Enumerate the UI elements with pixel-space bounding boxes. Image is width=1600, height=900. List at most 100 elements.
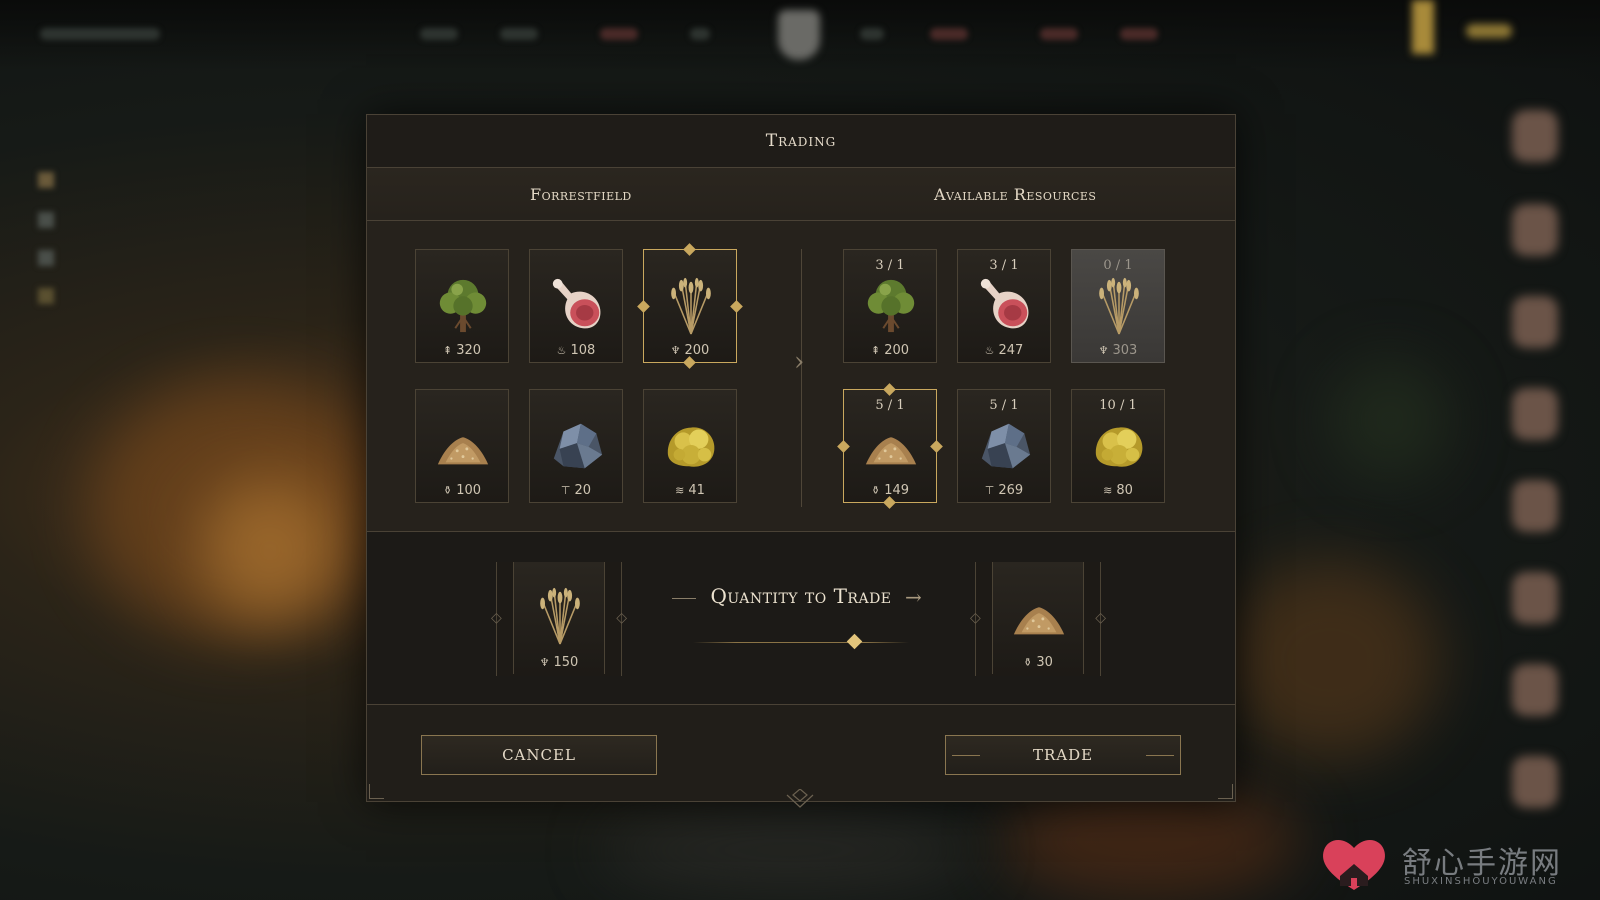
trade-ratio: 10 / 1 [1099, 398, 1137, 413]
slider-handle[interactable] [846, 633, 863, 650]
sack-icon: ⚱ [1023, 656, 1033, 669]
quantity-section: ◇ ♆ 150 ◇ Quantity to Trade → ◇ ⚱ 30 ◇ [367, 532, 1235, 705]
trade-button-label: TRADE [1032, 746, 1094, 764]
resource-count: 20 [574, 483, 592, 498]
selection-marker [730, 300, 743, 313]
selection-marker [837, 440, 850, 453]
meat-icon [976, 274, 1034, 336]
resource-tile-meat[interactable]: 3 / 1 ♨ 247 [957, 249, 1051, 363]
drumstick-icon: ♨ [984, 344, 995, 357]
selection-marker [637, 300, 650, 313]
selection-marker [683, 356, 696, 369]
button-ornament [952, 755, 980, 756]
gold-indicator [1412, 0, 1434, 54]
resource-tile-meat[interactable]: ♨ 108 [529, 249, 623, 363]
resource-count: 108 [570, 343, 596, 358]
frame-corner [1218, 784, 1233, 799]
crest-icon [778, 10, 820, 60]
anvil-icon: ⊤ [560, 484, 571, 497]
receive-resource-slot: ◇ ⚱ 30 ◇ [970, 562, 1106, 676]
quantity-slider[interactable] [693, 642, 909, 643]
resource-tile-wood[interactable]: ⇞ 320 [415, 249, 509, 363]
resource-count: 80 [1116, 483, 1133, 498]
resource-count: 200 [884, 343, 910, 358]
trade-ratio: 5 / 1 [875, 398, 905, 413]
give-resource-slot: ◇ ♆ 150 ◇ [491, 562, 627, 676]
sack-icon: ⚱ [870, 484, 881, 497]
resource-count: 100 [456, 483, 482, 498]
selection-marker [683, 243, 696, 256]
frame-corner [369, 784, 384, 799]
watermark-subtext: SHUXINSHOUYOUWANG [1404, 876, 1558, 887]
ingot-icon: ≋ [675, 484, 685, 497]
tree-icon [862, 274, 920, 336]
settlement-header: Forrestfield [530, 185, 632, 204]
pine-icon: ⇞ [442, 344, 453, 357]
ornament-left-icon: ◇ [970, 610, 981, 626]
resource-tile-wheat[interactable]: ♆ 200 [637, 243, 743, 369]
resource-tile-flour[interactable]: 5 / 1 ⚱ 149 [837, 383, 943, 509]
resource-count: 41 [688, 483, 705, 498]
available-resources-header: Available Resources [934, 185, 1097, 204]
drumstick-icon: ♨ [556, 344, 567, 357]
meat-icon [548, 274, 606, 336]
trade-ratio: 3 / 1 [875, 258, 905, 273]
iron-ore-icon [548, 414, 606, 476]
flour-pile-icon [862, 414, 920, 476]
resource-tile-wheat[interactable]: 0 / 1 ♆ 303 [1071, 249, 1165, 363]
arrow-right-icon: → [905, 585, 922, 609]
resource-count: 247 [998, 343, 1024, 358]
quantity-label: Quantity to Trade [710, 584, 892, 608]
dialog-title: Trading [765, 131, 837, 151]
selection-marker [930, 440, 943, 453]
ornament-right-icon: ◇ [1095, 610, 1106, 626]
anvil-icon: ⊤ [984, 484, 995, 497]
wheat-icon [662, 274, 720, 336]
resource-tile-gold[interactable]: 10 / 1 ≋ 80 [1071, 389, 1165, 503]
resource-count: 320 [456, 343, 482, 358]
trade-ratio: 5 / 1 [989, 398, 1019, 413]
grid-divider [801, 249, 802, 507]
pine-icon: ⇞ [870, 344, 881, 357]
top-resource-bar [0, 0, 1600, 70]
column-headers: Forrestfield Available Resources [367, 168, 1235, 221]
gold-counter [1466, 24, 1512, 38]
resource-tile-iron[interactable]: 5 / 1 ⊤ 269 [957, 389, 1051, 503]
ornament-right-icon: ◇ [616, 610, 627, 626]
tree-icon [434, 274, 492, 336]
resource-tile-gold[interactable]: ≋ 41 [643, 389, 737, 503]
iron-ore-icon [976, 414, 1034, 476]
gold-nugget-icon [662, 414, 720, 476]
bottom-ornament-icon [786, 789, 814, 808]
trade-ratio: 3 / 1 [989, 258, 1019, 273]
grain-icon: ♆ [670, 344, 681, 357]
grain-icon: ♆ [539, 656, 550, 669]
grain-icon: ♆ [1098, 344, 1109, 357]
button-ornament [1146, 755, 1174, 756]
chevron-right-icon: › [794, 347, 805, 377]
resource-tile-wood[interactable]: 3 / 1 ⇞ 200 [843, 249, 937, 363]
trading-dialog: Trading Forrestfield Available Resources… [366, 114, 1236, 808]
cancel-button[interactable]: CANCEL [421, 735, 657, 775]
resource-count: 269 [998, 483, 1024, 498]
flour-pile-icon [434, 414, 492, 476]
resource-grid-area: ⇞ 320 ♨ 108 ♆ 200 ⚱ 100 ⊤ 20 ≋ 41 › 3 / 1 ⇞ 200 3 / 1 ♨… [367, 221, 1235, 532]
flour-pile-icon [1010, 584, 1068, 646]
receive-quantity: 30 [1036, 655, 1053, 670]
trade-button[interactable]: TRADE [945, 735, 1181, 775]
trade-ratio: 0 / 1 [1103, 258, 1133, 273]
gold-nugget-icon [1090, 414, 1148, 476]
resource-tile-iron[interactable]: ⊤ 20 [529, 389, 623, 503]
resource-tile-flour[interactable]: ⚱ 100 [415, 389, 509, 503]
ingot-icon: ≋ [1103, 484, 1113, 497]
ornament-left-icon: ◇ [491, 610, 502, 626]
wheat-icon [1090, 274, 1148, 336]
resource-count: 303 [1112, 343, 1138, 358]
dialog-title-bar: Trading [367, 115, 1235, 168]
sack-icon: ⚱ [442, 484, 453, 497]
selection-marker [883, 496, 896, 509]
give-quantity: 150 [553, 655, 579, 670]
site-watermark: 舒心手游网 SHUXINSHOUYOUWANG [1318, 832, 1588, 894]
wheat-icon [531, 584, 589, 646]
heart-house-logo-icon [1323, 839, 1385, 890]
